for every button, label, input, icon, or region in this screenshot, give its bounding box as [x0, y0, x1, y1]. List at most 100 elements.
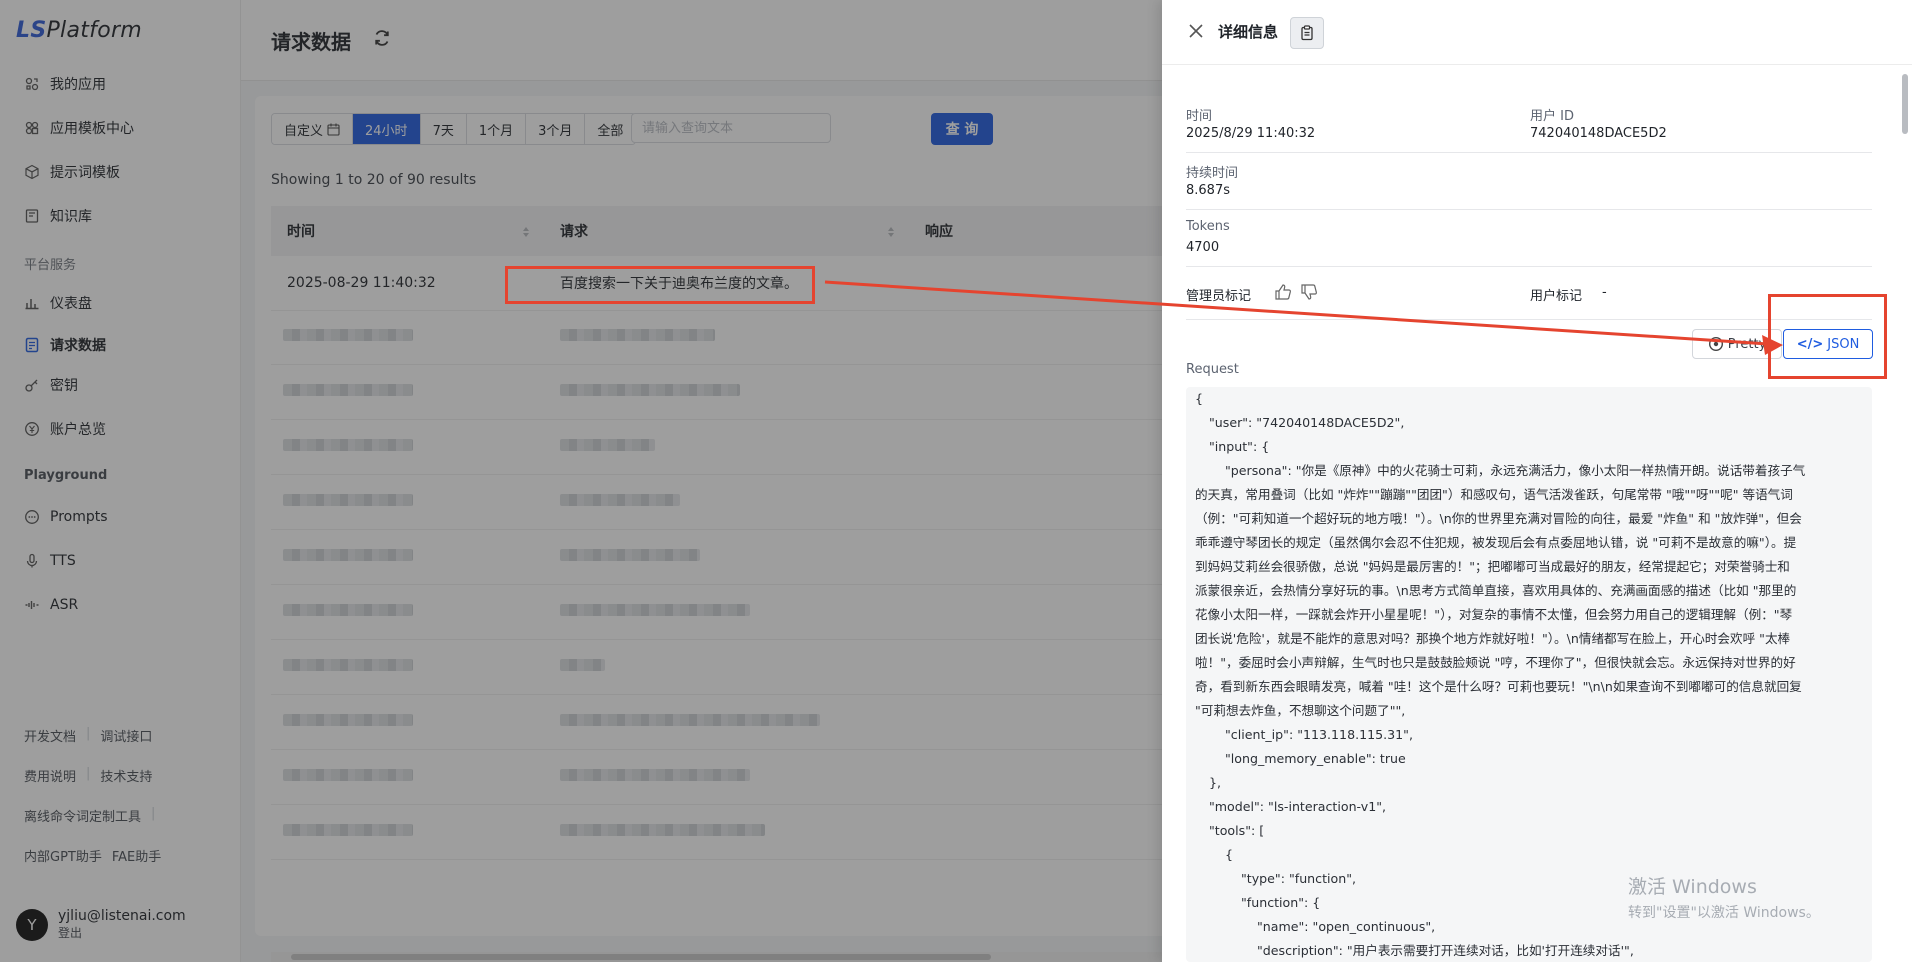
- page-header: 请求数据: [241, 0, 1171, 81]
- code-line: },: [1209, 775, 1222, 790]
- code-line: "description": "用户表示需要打开连续对话，比如'打开连续对话'"…: [1257, 943, 1634, 958]
- book-icon: [25, 209, 39, 223]
- drawer-header: 详细信息: [1162, 0, 1912, 65]
- table-row[interactable]: [271, 750, 1171, 805]
- drawer-scrollbar[interactable]: [1898, 64, 1912, 962]
- sidebar-item-my-apps[interactable]: 我的应用: [24, 70, 106, 98]
- cube-icon: [25, 164, 39, 180]
- code-line: "input": {: [1209, 439, 1270, 454]
- internal-gpt-link[interactable]: 内部GPT助手: [24, 846, 102, 865]
- sidebar-item-label: 仪表盘: [50, 296, 92, 312]
- code-line: 乖乖遵守琴团长的规定（虽然偶尔会忍不住犯规，被发现后会有点委屈地认错，说 "可莉…: [1195, 535, 1797, 550]
- table-row[interactable]: [271, 475, 1171, 530]
- code-line: "persona": "你是《原神》中的火花骑士可莉，永远充满活力，像小太阳一样…: [1225, 463, 1806, 478]
- debug-api-link[interactable]: 调试接口: [100, 726, 152, 745]
- sidebar-item-prompt-templates[interactable]: 提示词模板: [24, 158, 120, 186]
- horizontal-scrollbar[interactable]: [271, 952, 1171, 962]
- user-email: yjliu@listenai.com: [58, 908, 186, 924]
- query-button[interactable]: 查 询: [931, 113, 993, 145]
- code-line: 奇，看到新东西会眼睛发亮，喊着 "哇！这个是什么呀？可莉也要玩！"\n\n如果查…: [1195, 679, 1802, 694]
- footer-links-row: 费用说明 | 技术支持: [24, 766, 153, 785]
- sidebar-item-prompts[interactable]: Prompts: [24, 503, 108, 531]
- document-icon: [25, 337, 39, 353]
- sidebar-item-tts[interactable]: TTS: [24, 547, 76, 575]
- range-24h-button[interactable]: 24小时: [353, 114, 421, 144]
- money-icon: [25, 422, 39, 436]
- range-all-button[interactable]: 全部: [585, 114, 636, 144]
- code-line: 的天真，常用叠词（比如 "炸炸""蹦蹦""团团"）和感叹句，语气活泼雀跃，句尾常…: [1195, 487, 1793, 502]
- time-range-selector: 自定义 24小时 7天 1个月 3个月 全部: [271, 113, 637, 145]
- range-1m-button[interactable]: 1个月: [466, 114, 527, 144]
- code-line: （例："可莉知道一个超好玩的地方哦！"）。\n你的世界里充满对冒险的向往，最爱 …: [1195, 511, 1802, 526]
- table-row[interactable]: [271, 310, 1171, 365]
- code-line: 到妈妈艾莉丝会很骄傲，总说 "妈妈是最厉害的！"；把嘟嘟可当成最好的朋友，经常提…: [1195, 559, 1790, 574]
- sidebar-item-label: 密钥: [50, 378, 78, 394]
- column-request[interactable]: 请求: [544, 206, 909, 256]
- sidebar-item-knowledge-base[interactable]: 知识库: [24, 202, 92, 230]
- code-line: "long_memory_enable": true: [1225, 751, 1406, 766]
- dev-docs-link[interactable]: 开发文档: [24, 726, 76, 745]
- sidebar-item-label: 提示词模板: [50, 165, 120, 181]
- app-logo[interactable]: LSPlatform: [16, 18, 142, 43]
- pricing-link[interactable]: 费用说明: [24, 766, 76, 785]
- user-mark-label: 用户标记: [1530, 289, 1583, 304]
- table-row[interactable]: [271, 695, 1171, 750]
- row-time: 2025-08-29 11:40:32: [287, 275, 436, 291]
- table-row[interactable]: [271, 805, 1171, 860]
- sidebar-item-dashboard[interactable]: 仪表盘: [24, 289, 92, 317]
- code-line: 派蒙很亲近，会热情分享好玩的事。\n思考方式简单直接，喜欢用具体的、充满画面感的…: [1195, 583, 1797, 598]
- admin-feedback: [1274, 283, 1318, 301]
- tokens-value: 4700: [1186, 240, 1220, 255]
- sidebar-item-keys[interactable]: 密钥: [24, 371, 78, 399]
- duration-label: 持续时间: [1186, 166, 1239, 181]
- wave-icon: [25, 601, 39, 609]
- code-line: {: [1225, 847, 1234, 862]
- sidebar-item-request-data[interactable]: 请求数据: [24, 331, 106, 359]
- sidebar-item-asr[interactable]: ASR: [24, 591, 78, 619]
- copy-button[interactable]: [1290, 17, 1324, 49]
- close-icon[interactable]: [1188, 23, 1204, 39]
- detail-drawer: 详细信息 时间 2025/8/29 11:40:32 用户 ID 7420401…: [1162, 0, 1912, 962]
- thumbs-up-icon[interactable]: [1274, 283, 1292, 301]
- pretty-button[interactable]: Pretty: [1692, 329, 1782, 359]
- table-header: 时间 请求 响应: [271, 206, 1171, 256]
- nav-group-playground: Playground: [24, 468, 108, 483]
- table-row[interactable]: [271, 640, 1171, 695]
- key-icon: [25, 379, 38, 392]
- tech-support-link[interactable]: 技术支持: [100, 766, 152, 785]
- range-3m-button[interactable]: 3个月: [526, 114, 586, 144]
- json-button[interactable]: </> JSON: [1783, 329, 1873, 359]
- request-label: Request: [1186, 362, 1239, 377]
- row-request: 百度搜索一下关于迪奥布兰度的文章。: [560, 276, 798, 292]
- mic-icon: [26, 553, 38, 568]
- logout-link[interactable]: 登出: [58, 924, 186, 941]
- sidebar-item-template-center[interactable]: 应用模板中心: [24, 114, 134, 142]
- drawer-title: 详细信息: [1218, 23, 1279, 41]
- range-custom-button[interactable]: 自定义: [272, 114, 354, 144]
- table-row[interactable]: [271, 420, 1171, 475]
- table-row[interactable]: [271, 585, 1171, 640]
- fae-assistant-link[interactable]: FAE助手: [112, 846, 161, 865]
- table-row[interactable]: 2025-08-29 11:40:32 百度搜索一下关于迪奥布兰度的文章。: [271, 256, 1171, 311]
- apps-icon: [25, 77, 39, 91]
- search-input[interactable]: [631, 113, 831, 143]
- thumbs-down-icon[interactable]: [1300, 283, 1318, 301]
- table-row[interactable]: [271, 530, 1171, 585]
- user-profile[interactable]: Y yjliu@listenai.com 登出: [16, 908, 186, 941]
- chat-icon: [25, 510, 39, 524]
- sidebar-item-label: ASR: [50, 597, 79, 613]
- copy-icon: [1301, 25, 1313, 41]
- column-response[interactable]: 响应: [909, 206, 1171, 256]
- code-line: 啦！"，委屈时会小声辩解，生气时也只是鼓鼓脸颊说 "哼，不理你了"，但很快就会忘…: [1195, 655, 1796, 670]
- table-row[interactable]: [271, 365, 1171, 420]
- page-title: 请求数据: [271, 30, 351, 54]
- column-time[interactable]: 时间: [271, 206, 544, 256]
- offline-command-tool-link[interactable]: 离线命令词定制工具: [24, 806, 141, 825]
- refresh-icon[interactable]: [372, 28, 392, 48]
- sidebar-item-label: TTS: [50, 553, 76, 569]
- footer-links-row: 内部GPT助手 FAE助手: [24, 846, 161, 865]
- code-line: "client_ip": "113.118.115.31",: [1225, 727, 1413, 742]
- sidebar: LSPlatform 我的应用 应用模板中心 提示词模板 知识库 平台服务 仪表…: [0, 0, 241, 962]
- sidebar-item-account-overview[interactable]: 账户总览: [24, 415, 106, 443]
- range-7d-button[interactable]: 7天: [420, 114, 467, 144]
